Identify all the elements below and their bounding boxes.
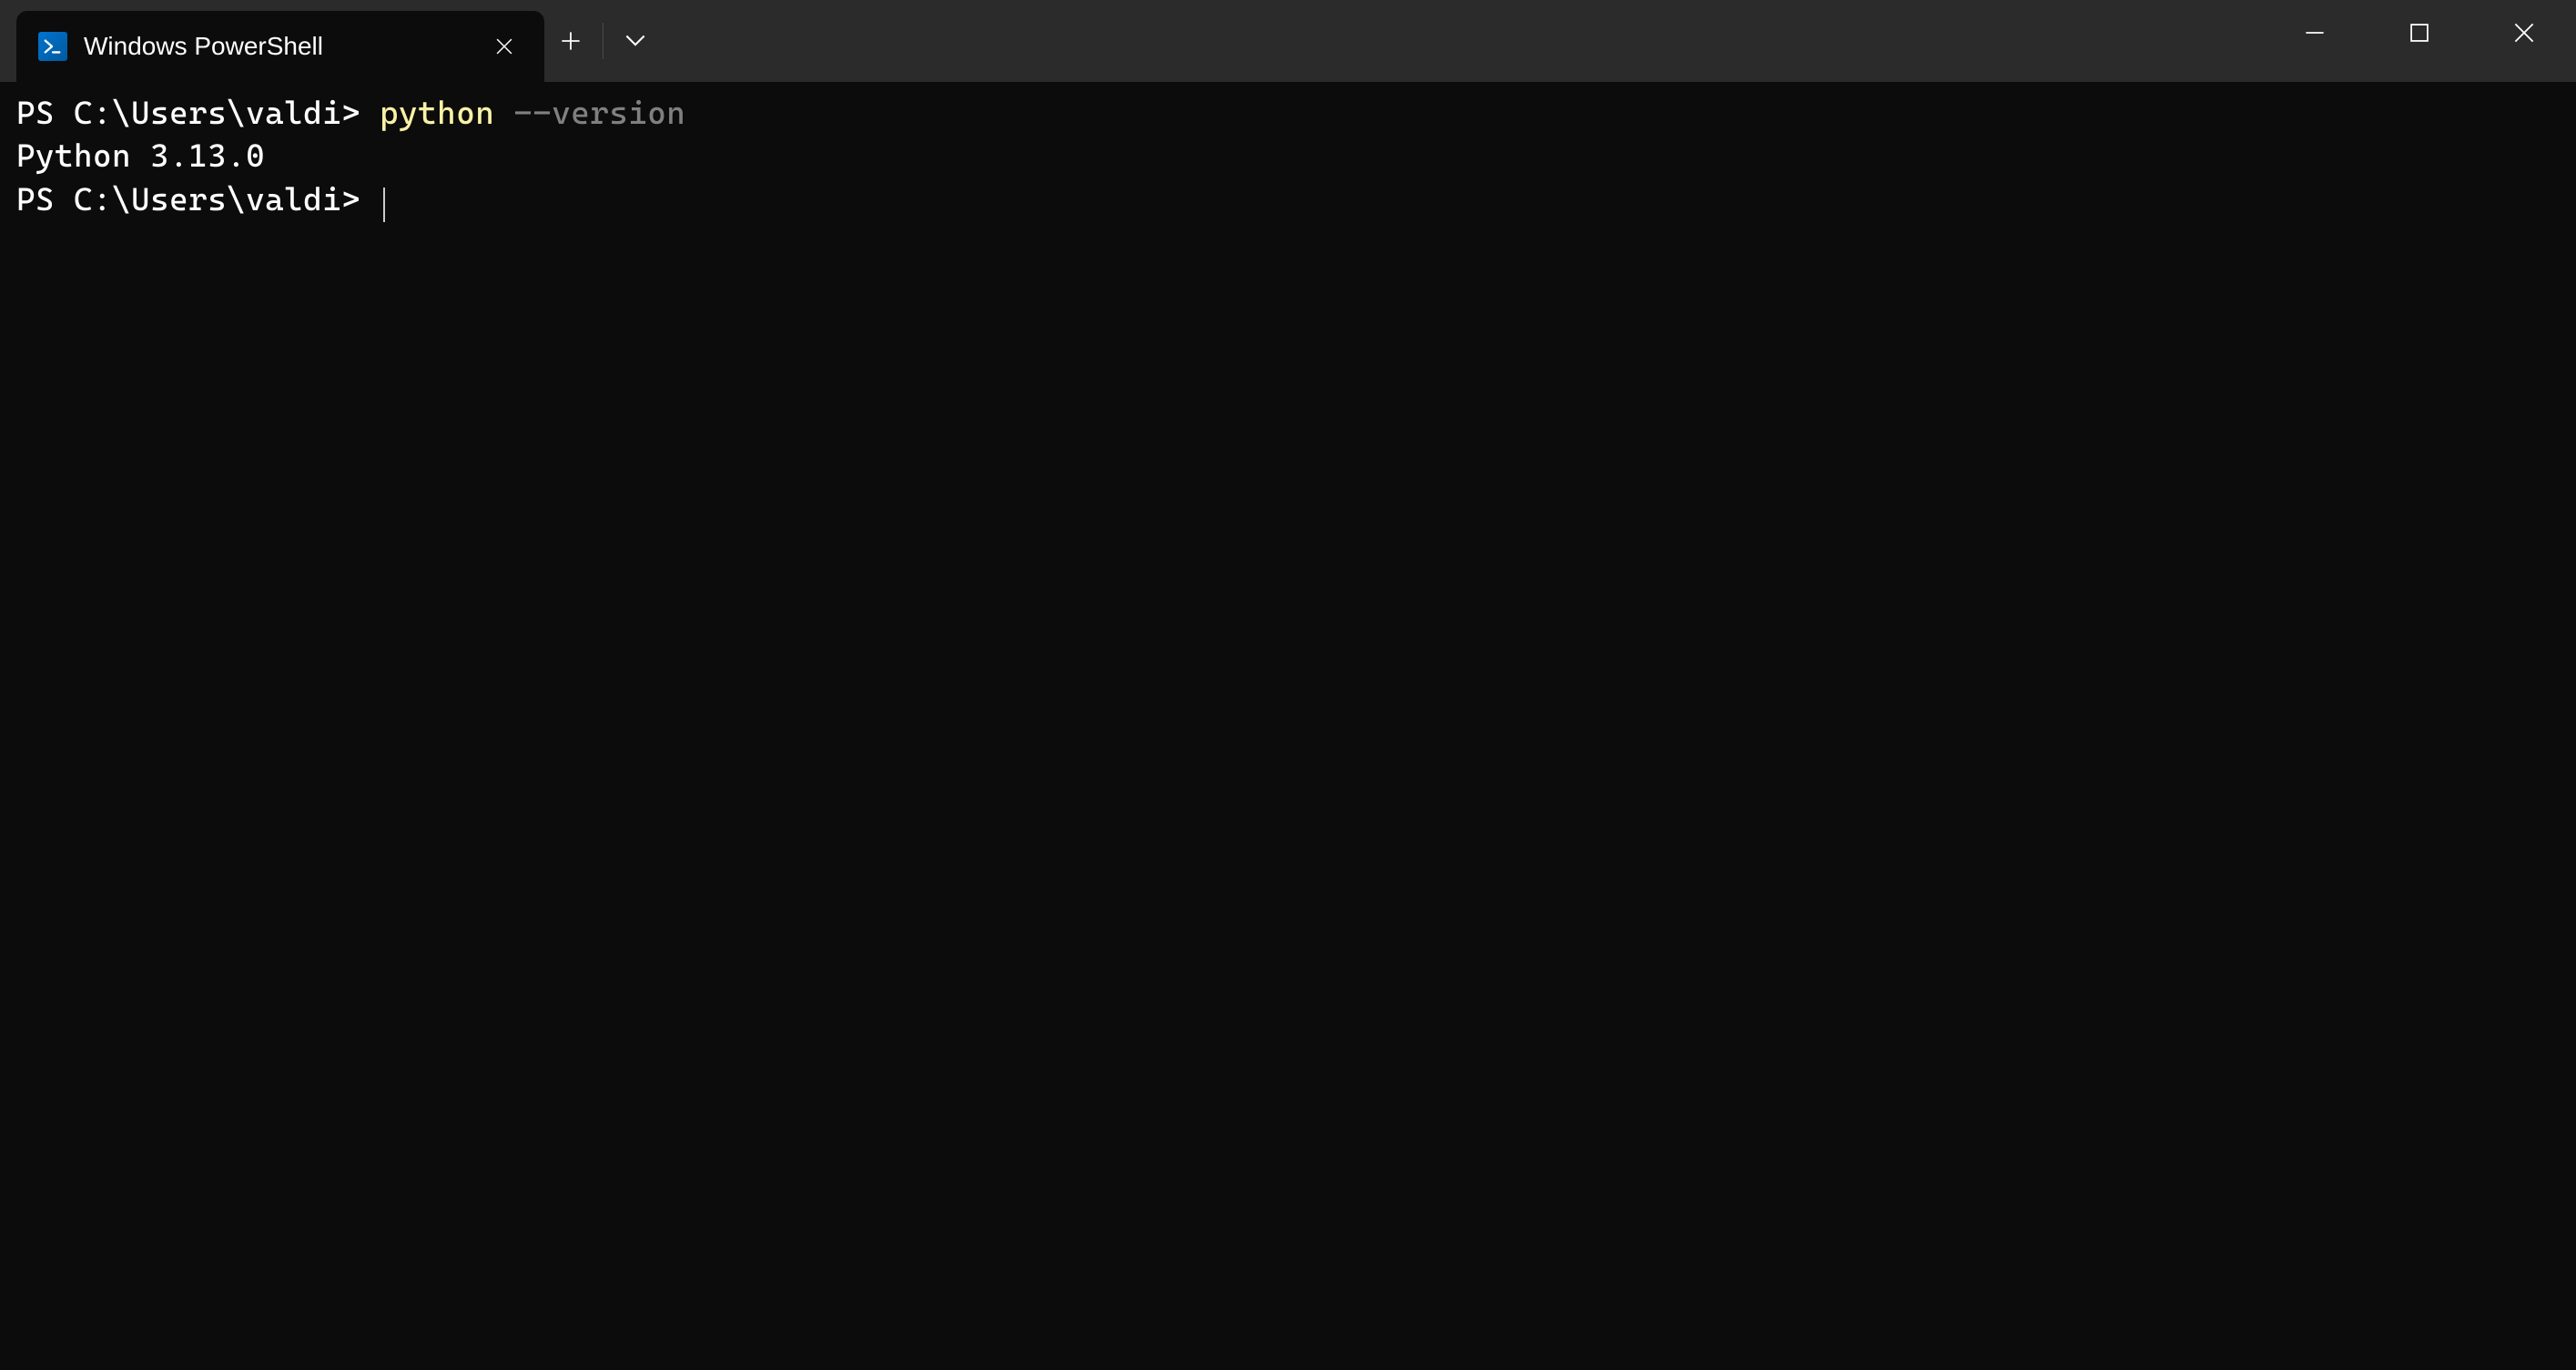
window-controls	[2262, 0, 2576, 82]
titlebar: Windows PowerShell	[0, 0, 2576, 82]
maximize-button[interactable]	[2367, 0, 2471, 66]
close-window-button[interactable]	[2471, 0, 2576, 66]
command-argument: --version	[513, 96, 685, 132]
titlebar-drag-area[interactable]	[662, 0, 2262, 82]
terminal-content[interactable]: PS C:\Users\valdi> python --version Pyth…	[0, 82, 2576, 233]
tab-title: Windows PowerShell	[84, 32, 470, 61]
tab-strip: Windows PowerShell	[0, 0, 544, 82]
titlebar-actions	[544, 0, 662, 82]
new-tab-button[interactable]	[544, 15, 597, 67]
cursor	[383, 188, 385, 222]
output-line: Python 3.13.0	[16, 138, 265, 175]
powershell-icon	[38, 32, 67, 61]
prompt-line-2: PS C:\Users\valdi>	[16, 182, 380, 218]
command-text: python	[380, 96, 513, 132]
tab-dropdown-button[interactable]	[609, 15, 662, 67]
prompt-line-1: PS C:\Users\valdi>	[16, 96, 380, 132]
tab-close-button[interactable]	[486, 28, 522, 65]
minimize-button[interactable]	[2262, 0, 2367, 66]
tab-powershell[interactable]: Windows PowerShell	[16, 11, 544, 82]
